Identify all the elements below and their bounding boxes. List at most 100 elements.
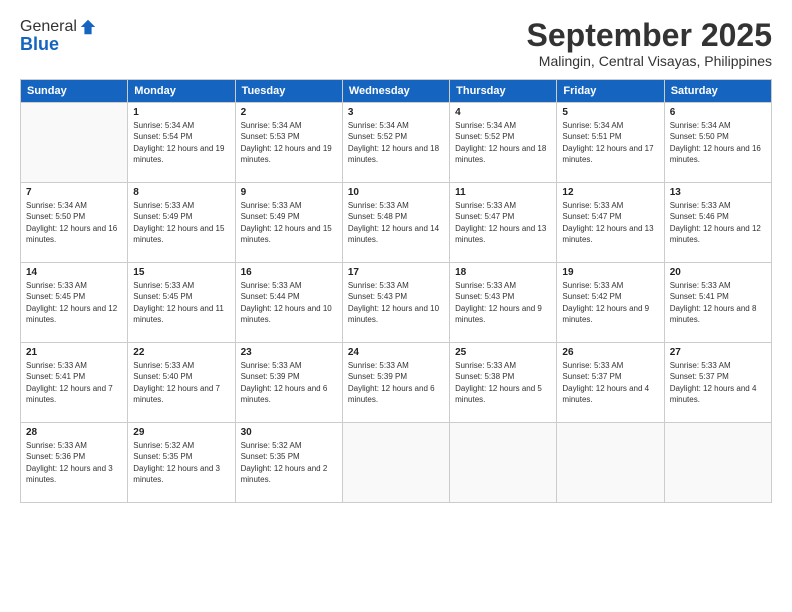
- day-info: Sunrise: 5:33 AMSunset: 5:49 PMDaylight:…: [241, 200, 337, 245]
- table-row: 15 Sunrise: 5:33 AMSunset: 5:45 PMDayligh…: [128, 263, 235, 343]
- day-number: 18: [455, 267, 551, 278]
- day-info: Sunrise: 5:33 AMSunset: 5:43 PMDaylight:…: [455, 280, 551, 325]
- page: General Blue September 2025 Malingin, Ce…: [0, 0, 792, 612]
- day-info: Sunrise: 5:34 AMSunset: 5:52 PMDaylight:…: [348, 120, 444, 165]
- table-row: 1 Sunrise: 5:34 AMSunset: 5:54 PMDaylight…: [128, 103, 235, 183]
- day-info: Sunrise: 5:33 AMSunset: 5:39 PMDaylight:…: [241, 360, 337, 405]
- day-info: Sunrise: 5:32 AMSunset: 5:35 PMDaylight:…: [133, 440, 229, 485]
- day-info: Sunrise: 5:34 AMSunset: 5:50 PMDaylight:…: [26, 200, 122, 245]
- day-number: 28: [26, 427, 122, 438]
- table-row: 10Sunrise: 5:33 AMSunset: 5:48 PMDayligh…: [342, 183, 449, 263]
- header: General Blue September 2025 Malingin, Ce…: [20, 18, 772, 69]
- table-row: 20 Sunrise: 5:33 AMSunset: 5:41 PMDayligh…: [664, 263, 771, 343]
- col-friday: Friday: [557, 80, 664, 103]
- day-number: 7: [26, 187, 122, 198]
- table-row: 23Sunrise: 5:33 AMSunset: 5:39 PMDayligh…: [235, 343, 342, 423]
- day-number: 1: [133, 107, 229, 118]
- table-row: 2Sunrise: 5:34 AMSunset: 5:53 PMDaylight…: [235, 103, 342, 183]
- calendar-week-row: 7 Sunrise: 5:34 AMSunset: 5:50 PMDaylight…: [21, 183, 772, 263]
- day-info: Sunrise: 5:33 AMSunset: 5:44 PMDaylight:…: [241, 280, 337, 325]
- table-row: 22Sunrise: 5:33 AMSunset: 5:40 PMDayligh…: [128, 343, 235, 423]
- day-number: 5: [562, 107, 658, 118]
- col-tuesday: Tuesday: [235, 80, 342, 103]
- day-info: Sunrise: 5:33 AMSunset: 5:48 PMDaylight:…: [348, 200, 444, 245]
- day-number: 13: [670, 187, 766, 198]
- table-row: 13 Sunrise: 5:33 AMSunset: 5:46 PMDayligh…: [664, 183, 771, 263]
- table-row: 30 Sunrise: 5:32 AMSunset: 5:35 PMDayligh…: [235, 423, 342, 503]
- day-number: 14: [26, 267, 122, 278]
- table-row: 5 Sunrise: 5:34 AMSunset: 5:51 PMDaylight…: [557, 103, 664, 183]
- day-number: 30: [241, 427, 337, 438]
- col-sunday: Sunday: [21, 80, 128, 103]
- logo-blue-text: Blue: [20, 34, 97, 55]
- day-info: Sunrise: 5:32 AMSunset: 5:35 PMDaylight:…: [241, 440, 337, 485]
- table-row: 25Sunrise: 5:33 AMSunset: 5:38 PMDayligh…: [450, 343, 557, 423]
- day-number: 21: [26, 347, 122, 358]
- table-row: 14Sunrise: 5:33 AMSunset: 5:45 PMDayligh…: [21, 263, 128, 343]
- table-row: 3 Sunrise: 5:34 AMSunset: 5:52 PMDaylight…: [342, 103, 449, 183]
- table-row: 18 Sunrise: 5:33 AMSunset: 5:43 PMDayligh…: [450, 263, 557, 343]
- table-row: 17 Sunrise: 5:33 AMSunset: 5:43 PMDayligh…: [342, 263, 449, 343]
- day-number: 25: [455, 347, 551, 358]
- day-info: Sunrise: 5:33 AMSunset: 5:36 PMDaylight:…: [26, 440, 122, 485]
- day-info: Sunrise: 5:33 AMSunset: 5:47 PMDaylight:…: [562, 200, 658, 245]
- day-info: Sunrise: 5:34 AMSunset: 5:53 PMDaylight:…: [241, 120, 337, 165]
- table-row: 4Sunrise: 5:34 AMSunset: 5:52 PMDaylight…: [450, 103, 557, 183]
- table-row: [342, 423, 449, 503]
- day-number: 22: [133, 347, 229, 358]
- day-info: Sunrise: 5:34 AMSunset: 5:52 PMDaylight:…: [455, 120, 551, 165]
- month-title: September 2025: [527, 18, 772, 53]
- day-info: Sunrise: 5:33 AMSunset: 5:42 PMDaylight:…: [562, 280, 658, 325]
- logo: General Blue: [20, 18, 97, 55]
- day-number: 27: [670, 347, 766, 358]
- day-number: 19: [562, 267, 658, 278]
- day-info: Sunrise: 5:33 AMSunset: 5:43 PMDaylight:…: [348, 280, 444, 325]
- day-number: 29: [133, 427, 229, 438]
- day-number: 17: [348, 267, 444, 278]
- location-title: Malingin, Central Visayas, Philippines: [527, 53, 772, 69]
- day-info: Sunrise: 5:33 AMSunset: 5:39 PMDaylight:…: [348, 360, 444, 405]
- day-info: Sunrise: 5:33 AMSunset: 5:46 PMDaylight:…: [670, 200, 766, 245]
- day-info: Sunrise: 5:34 AMSunset: 5:54 PMDaylight:…: [133, 120, 229, 165]
- day-info: Sunrise: 5:33 AMSunset: 5:41 PMDaylight:…: [26, 360, 122, 405]
- col-wednesday: Wednesday: [342, 80, 449, 103]
- day-number: 15: [133, 267, 229, 278]
- calendar-week-row: 1 Sunrise: 5:34 AMSunset: 5:54 PMDaylight…: [21, 103, 772, 183]
- calendar-week-row: 28 Sunrise: 5:33 AMSunset: 5:36 PMDayligh…: [21, 423, 772, 503]
- table-row: 28 Sunrise: 5:33 AMSunset: 5:36 PMDayligh…: [21, 423, 128, 503]
- day-info: Sunrise: 5:34 AMSunset: 5:50 PMDaylight:…: [670, 120, 766, 165]
- table-row: 24 Sunrise: 5:33 AMSunset: 5:39 PMDayligh…: [342, 343, 449, 423]
- day-info: Sunrise: 5:33 AMSunset: 5:49 PMDaylight:…: [133, 200, 229, 245]
- table-row: [557, 423, 664, 503]
- table-row: 8 Sunrise: 5:33 AMSunset: 5:49 PMDaylight…: [128, 183, 235, 263]
- day-number: 16: [241, 267, 337, 278]
- day-info: Sunrise: 5:33 AMSunset: 5:37 PMDaylight:…: [670, 360, 766, 405]
- table-row: 26 Sunrise: 5:33 AMSunset: 5:37 PMDayligh…: [557, 343, 664, 423]
- day-number: 12: [562, 187, 658, 198]
- table-row: 6Sunrise: 5:34 AMSunset: 5:50 PMDaylight…: [664, 103, 771, 183]
- day-number: 26: [562, 347, 658, 358]
- day-info: Sunrise: 5:33 AMSunset: 5:45 PMDaylight:…: [133, 280, 229, 325]
- table-row: 7 Sunrise: 5:34 AMSunset: 5:50 PMDaylight…: [21, 183, 128, 263]
- day-info: Sunrise: 5:33 AMSunset: 5:37 PMDaylight:…: [562, 360, 658, 405]
- day-info: Sunrise: 5:34 AMSunset: 5:51 PMDaylight:…: [562, 120, 658, 165]
- table-row: 19 Sunrise: 5:33 AMSunset: 5:42 PMDayligh…: [557, 263, 664, 343]
- day-number: 8: [133, 187, 229, 198]
- table-row: 27 Sunrise: 5:33 AMSunset: 5:37 PMDayligh…: [664, 343, 771, 423]
- col-monday: Monday: [128, 80, 235, 103]
- col-saturday: Saturday: [664, 80, 771, 103]
- table-row: [450, 423, 557, 503]
- day-info: Sunrise: 5:33 AMSunset: 5:41 PMDaylight:…: [670, 280, 766, 325]
- calendar-week-row: 21 Sunrise: 5:33 AMSunset: 5:41 PMDayligh…: [21, 343, 772, 423]
- calendar-table: Sunday Monday Tuesday Wednesday Thursday…: [20, 79, 772, 503]
- logo-icon: [79, 18, 97, 36]
- day-number: 3: [348, 107, 444, 118]
- day-number: 24: [348, 347, 444, 358]
- table-row: [664, 423, 771, 503]
- table-row: [21, 103, 128, 183]
- day-number: 20: [670, 267, 766, 278]
- table-row: 9Sunrise: 5:33 AMSunset: 5:49 PMDaylight…: [235, 183, 342, 263]
- day-number: 11: [455, 187, 551, 198]
- table-row: 12 Sunrise: 5:33 AMSunset: 5:47 PMDayligh…: [557, 183, 664, 263]
- calendar-week-row: 14 Sunrise: 5:33 AMSunset: 5:45 PMDayligh…: [21, 263, 772, 343]
